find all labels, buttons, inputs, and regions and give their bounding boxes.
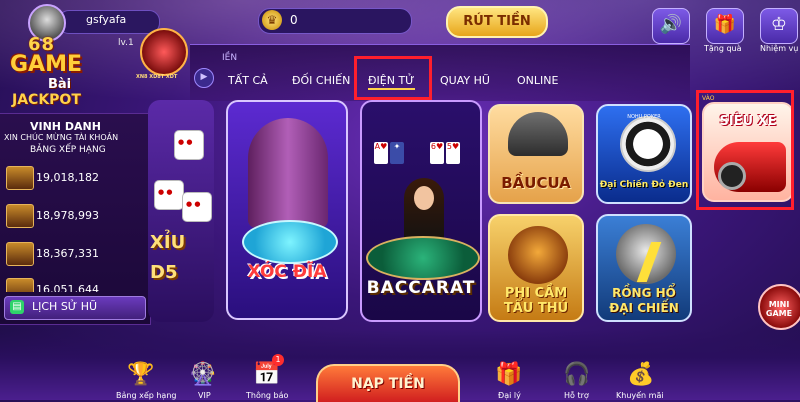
poker-chip-icon bbox=[620, 116, 676, 172]
lion-icon bbox=[508, 226, 568, 284]
game-thumbnail bbox=[6, 242, 34, 266]
rank-row[interactable]: 18,978,993 bbox=[2, 204, 148, 228]
taixiu-title: XỈU D5 bbox=[150, 232, 186, 283]
support-label: Hỗ trợ bbox=[564, 391, 589, 400]
mini-game-label: MINI GAME bbox=[765, 300, 793, 318]
rank-value: 18,978,993 bbox=[36, 209, 99, 222]
leaderboard-icon[interactable]: 🏆 bbox=[124, 358, 158, 392]
crown-icon: ♛ bbox=[262, 10, 282, 30]
sieuxe-highlight-box bbox=[696, 90, 794, 210]
game-thumbnail bbox=[6, 166, 34, 190]
rank-value: 16,051,644 bbox=[36, 283, 99, 292]
playing-cards-icon: A♥ ✦ bbox=[374, 142, 422, 174]
logo-bai: Bài bbox=[48, 77, 72, 92]
game-thumbnail bbox=[6, 204, 34, 228]
tab-versus[interactable]: ĐỐI CHIẾN bbox=[292, 74, 350, 87]
game-card-baccarat[interactable]: A♥ ✦ 6♥ 5♥ BACCARAT bbox=[360, 100, 482, 322]
top-bar: gsfyafa lv.1 ♛ 0 RÚT TIỀN 🔊 🎁 Tặng quà ♔… bbox=[0, 0, 800, 53]
bowl-icon bbox=[508, 112, 568, 156]
dice-icon bbox=[154, 180, 184, 210]
agent-gift-icon[interactable]: 🎁 bbox=[492, 358, 526, 392]
rank-row[interactable]: 18,367,331 bbox=[2, 242, 148, 266]
tab-heading: IỀN bbox=[222, 53, 238, 63]
logo-game: GAME bbox=[10, 52, 83, 77]
rank-value: 19,018,182 bbox=[36, 171, 99, 184]
tab-highlight-box bbox=[354, 56, 432, 100]
jackpot-history-label: LỊCH SỬ HŨ bbox=[32, 300, 98, 313]
dice-icon bbox=[182, 192, 212, 222]
rank-value: 18,367,331 bbox=[36, 247, 99, 260]
notifications-label: Thông báo bbox=[246, 391, 289, 400]
vip-wheel-icon[interactable]: 🎡 bbox=[186, 358, 220, 392]
gift-icon[interactable]: 🎁 bbox=[706, 8, 744, 44]
tab-all[interactable]: TẤT CẢ bbox=[228, 74, 268, 87]
dealer-face bbox=[414, 186, 434, 210]
sound-icon[interactable]: 🔊 bbox=[652, 8, 690, 44]
coin-value: 0 bbox=[290, 13, 298, 27]
honor-subtitle: XIN CHÚC MỪNG TÀI KHOẢN bbox=[4, 133, 119, 142]
jackpot-title: JACKPOT bbox=[12, 92, 81, 108]
bowl-icon bbox=[248, 118, 328, 228]
game-card-phi-cam-tau-thu[interactable]: PHI CẦM TẨU THÚ bbox=[488, 214, 584, 322]
game-thumbnail bbox=[6, 278, 34, 292]
agent-label: Đại lý bbox=[498, 391, 521, 400]
category-tab-bar bbox=[190, 44, 690, 101]
game-card-taixiu[interactable] bbox=[148, 100, 214, 322]
mission-icon[interactable]: ♔ bbox=[760, 8, 798, 44]
deposit-button[interactable]: NẠP TIỀN bbox=[316, 364, 460, 402]
ranking-title: BẢNG XẾP HẠNG bbox=[30, 145, 106, 155]
baccarat-title: BACCARAT bbox=[366, 278, 476, 298]
baucua-title: BẦUCUA bbox=[501, 174, 571, 192]
honor-title: VINH DANH bbox=[30, 120, 101, 133]
dcdd-tag: NOHU POKER bbox=[627, 114, 661, 120]
emblem-text: XN8 XD8T XDT bbox=[136, 74, 178, 80]
support-icon[interactable]: 🎧 bbox=[560, 358, 594, 392]
promotion-label: Khuyến mãi bbox=[616, 391, 664, 400]
phicam-title: PHI CẦM TẨU THÚ bbox=[503, 286, 569, 316]
rank-row[interactable]: 16,051,644 bbox=[2, 278, 148, 292]
promotion-coin-icon[interactable]: 💰 bbox=[624, 358, 658, 392]
play-icon[interactable]: ▶ bbox=[194, 68, 214, 88]
dcdd-title: Đại Chiến Đỏ Đen bbox=[599, 180, 689, 190]
baccarat-table bbox=[366, 236, 480, 280]
rank-row[interactable]: 19,018,182 bbox=[2, 166, 148, 190]
history-icon: ▤ bbox=[10, 300, 24, 314]
plate-icon bbox=[242, 220, 338, 264]
game-card-dai-chien-do-den[interactable]: NOHU POKER Đại Chiến Đỏ Đen bbox=[596, 104, 692, 204]
vip-label: VIP bbox=[198, 391, 211, 400]
mission-label: Nhiệm vụ bbox=[760, 44, 799, 53]
tab-online[interactable]: ONLINE bbox=[517, 74, 558, 87]
emblem-icon[interactable] bbox=[140, 28, 188, 76]
xocdia-title: XÓC ĐĨA bbox=[247, 262, 327, 282]
ronghodc-title: RỒNG HỔ ĐẠI CHIẾN bbox=[609, 286, 679, 315]
playing-cards-icon: 6♥ 5♥ bbox=[430, 142, 476, 174]
leaderboard-label: Bảng xếp hạng bbox=[116, 391, 177, 400]
username: gsfyafa bbox=[86, 13, 127, 26]
game-card-xocdia[interactable]: XÓC ĐĨA bbox=[226, 100, 348, 320]
gift-label: Tặng quà bbox=[704, 44, 742, 53]
game-card-rong-ho-dai-chien[interactable]: RỒNG HỔ ĐẠI CHIẾN bbox=[596, 214, 692, 322]
dice-icon bbox=[174, 130, 204, 160]
withdraw-button[interactable]: RÚT TIỀN bbox=[446, 6, 548, 38]
tab-slots[interactable]: QUAY HŨ bbox=[440, 74, 490, 87]
user-level: lv.1 bbox=[118, 38, 134, 48]
game-card-baucua[interactable]: BẦUCUA bbox=[488, 104, 584, 204]
notification-badge: 1 bbox=[272, 354, 284, 366]
